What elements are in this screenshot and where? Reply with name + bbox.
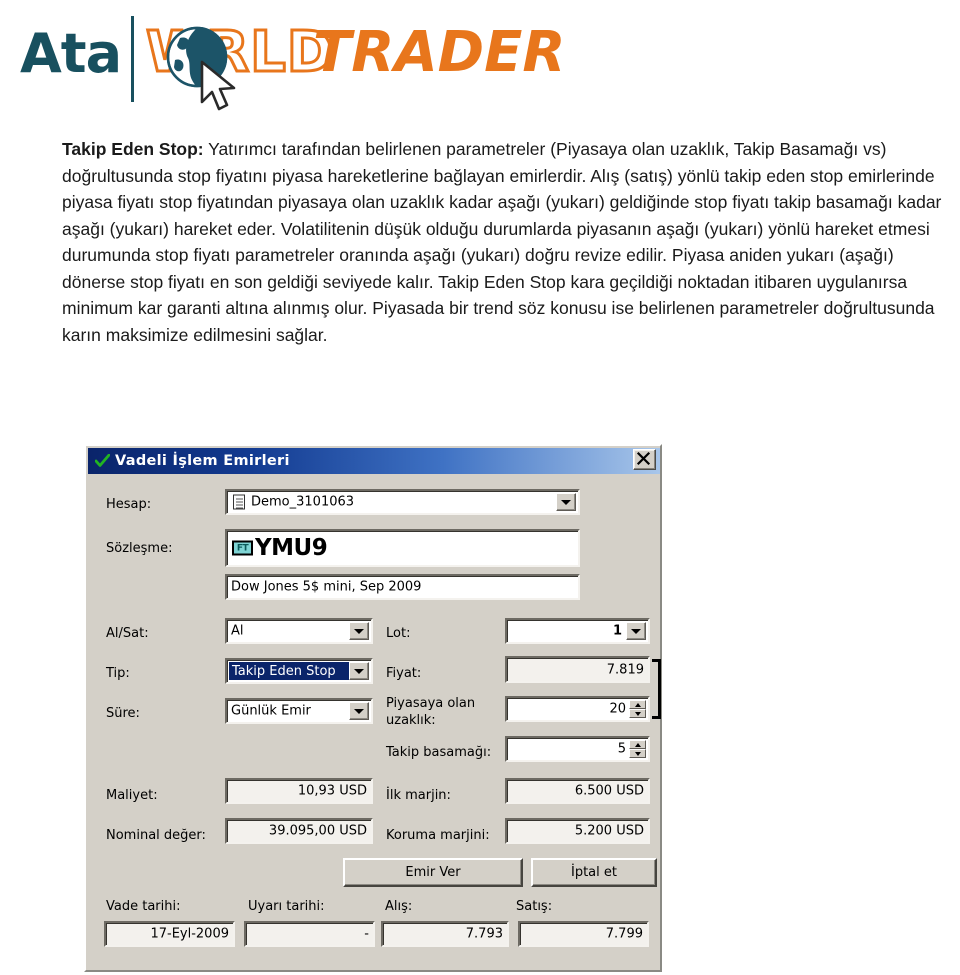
spinner-up-icon[interactable] [629,700,646,709]
alis-value: 7.793 [465,926,503,942]
nominal-label: Nominal değer: [106,828,206,843]
lot-combobox[interactable]: 1 [505,618,650,644]
ilk-marjin-label: İlk marjin: [386,788,451,803]
document-icon [233,494,245,510]
paragraph-heading: Takip Eden Stop: [62,139,204,159]
spinner-down-icon[interactable] [629,709,646,718]
paragraph-body: Yatırımcı tarafından belirlenen parametr… [62,139,942,345]
basamak-label: Takip basamağı: [386,745,492,760]
sozlesme-field[interactable]: FT YMU9 [225,529,580,567]
hesap-label: Hesap: [106,497,152,512]
vade-field: 17-Eyl-2009 [104,921,235,947]
order-dialog: Vadeli İşlem Emirleri Hesap: Demo_310106… [84,444,662,972]
koruma-label: Koruma marjini: [386,828,490,843]
uzaklik-value: 20 [609,701,626,717]
ft-badge-icon: FT [232,540,253,556]
green-check-icon [94,453,111,468]
fiyat-value: 7.819 [606,662,644,677]
submit-order-label: Emir Ver [405,865,461,880]
nominal-value: 39.095,00 USD [268,823,367,839]
chevron-down-icon[interactable] [349,662,369,680]
mouse-cursor-icon [200,60,236,111]
vade-value: 17-Eyl-2009 [150,926,229,942]
vade-label: Vade tarihi: [106,899,181,914]
logo-text-ata: Ata [20,22,122,85]
sozlesme-description-field: Dow Jones 5$ mini, Sep 2009 [225,574,580,600]
tip-value: Takip Eden Stop [229,662,349,680]
alis-field: 7.793 [381,921,509,947]
satis-field: 7.799 [518,921,649,947]
alsat-value: Al [231,623,244,639]
site-logo: Ata W RLD TRADER [18,8,566,111]
tip-label: Tip: [106,666,130,681]
hesap-value: Demo_3101063 [251,494,355,510]
close-icon[interactable] [633,449,656,470]
uzaklik-label-line1: Piyasaya olan [386,696,476,711]
alsat-combobox[interactable]: Al [225,618,373,644]
ilk-marjin-value: 6.500 USD [574,783,644,799]
sozlesme-value: YMU9 [255,535,328,561]
sure-label: Süre: [106,706,140,721]
lot-value: 1 [612,623,622,639]
maliyet-value: 10,93 USD [297,783,367,799]
alis-label: Alış: [385,899,413,914]
spinner-up-icon[interactable] [629,740,646,749]
basamak-spin-buttons[interactable] [629,740,646,758]
maliyet-field: 10,93 USD [225,778,373,804]
lot-label: Lot: [386,626,411,641]
uzaklik-spinner[interactable]: 20 [505,696,650,722]
description-paragraph: Takip Eden Stop: Yatırımcı tarafından be… [62,136,948,348]
uzaklik-label-line2: uzaklık: [386,713,436,728]
spinner-down-icon[interactable] [629,749,646,758]
uyari-value: - [364,926,369,942]
field-link-bracket [652,659,661,719]
nominal-field: 39.095,00 USD [225,818,373,844]
sozlesme-label: Sözleşme: [106,541,173,556]
alsat-label: Al/Sat: [106,626,149,641]
uzaklik-spin-buttons[interactable] [629,700,646,718]
koruma-value: 5.200 USD [574,823,644,839]
fiyat-field[interactable]: 7.819 [505,656,650,683]
satis-value: 7.799 [605,926,643,942]
uyari-field: - [244,921,375,947]
chevron-down-icon[interactable] [626,622,646,640]
cancel-order-label: İptal et [571,865,617,880]
chevron-down-icon[interactable] [349,622,369,640]
sure-value: Günlük Emir [231,703,311,719]
chevron-down-icon[interactable] [349,702,369,720]
uyari-label: Uyarı tarihi: [248,899,325,914]
submit-order-button[interactable]: Emir Ver [343,858,523,887]
dialog-title: Vadeli İşlem Emirleri [115,453,290,469]
ilk-marjin-field: 6.500 USD [505,778,650,804]
basamak-spinner[interactable]: 5 [505,736,650,762]
logo-divider [131,16,134,102]
basamak-value: 5 [617,741,626,757]
tip-combobox[interactable]: Takip Eden Stop [225,658,373,684]
dialog-body: Hesap: Demo_3101063 Sözleşme: FT YMU9 Do… [88,476,661,970]
sure-combobox[interactable]: Günlük Emir [225,698,373,724]
sozlesme-description: Dow Jones 5$ mini, Sep 2009 [231,579,422,595]
dialog-titlebar: Vadeli İşlem Emirleri [88,448,660,474]
maliyet-label: Maliyet: [106,788,158,803]
hesap-combobox[interactable]: Demo_3101063 [225,489,580,515]
logo-text-trader: TRADER [313,20,566,85]
cancel-order-button[interactable]: İptal et [531,858,657,887]
koruma-field: 5.200 USD [505,818,650,844]
satis-label: Satış: [516,899,553,914]
chevron-down-icon[interactable] [556,493,576,511]
fiyat-label: Fiyat: [386,666,422,681]
